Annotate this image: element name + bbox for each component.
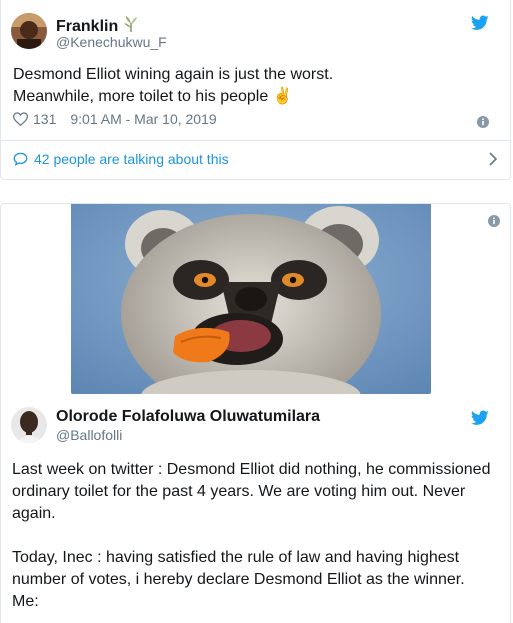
display-name[interactable]: Franklin bbox=[56, 18, 118, 36]
conversation-text[interactable]: 42 people are talking about this bbox=[34, 151, 229, 167]
like-count[interactable]: 131 bbox=[33, 111, 56, 127]
tweet-text: Desmond Elliot wining again is just the … bbox=[13, 66, 334, 105]
tweet-card-franklin: Franklin @Kenechukwu_F Desmond Elliot wi… bbox=[0, 0, 511, 180]
speech-bubble-icon bbox=[13, 152, 28, 166]
info-icon[interactable] bbox=[477, 115, 489, 128]
lemur-photo[interactable] bbox=[71, 204, 431, 394]
tweet-card-olorode: Olorode Folafoluwa Oluwatumilara @Ballof… bbox=[0, 203, 511, 623]
display-name[interactable]: Olorode Folafoluwa Oluwatumilara bbox=[56, 408, 320, 426]
user-handle[interactable]: @Kenechukwu_F bbox=[56, 34, 167, 50]
twitter-bird-icon[interactable] bbox=[470, 410, 489, 426]
card-divider bbox=[1, 140, 510, 141]
chevron-right-icon[interactable] bbox=[488, 152, 498, 166]
heart-icon[interactable] bbox=[13, 112, 28, 126]
avatar[interactable] bbox=[11, 13, 47, 49]
info-icon[interactable] bbox=[488, 214, 500, 227]
conversation-link[interactable]: 42 people are talking about this bbox=[13, 151, 498, 167]
timestamp[interactable]: 9:01 AM - Mar 10, 2019 bbox=[70, 111, 216, 127]
avatar[interactable] bbox=[11, 407, 47, 443]
tweet-meta: 131 9:01 AM - Mar 10, 2019 bbox=[13, 111, 217, 127]
twitter-bird-icon[interactable] bbox=[470, 15, 489, 31]
tweet-text: Last week on twitter : Desmond Elliot di… bbox=[12, 461, 491, 610]
user-handle[interactable]: @Ballofolli bbox=[56, 427, 122, 443]
